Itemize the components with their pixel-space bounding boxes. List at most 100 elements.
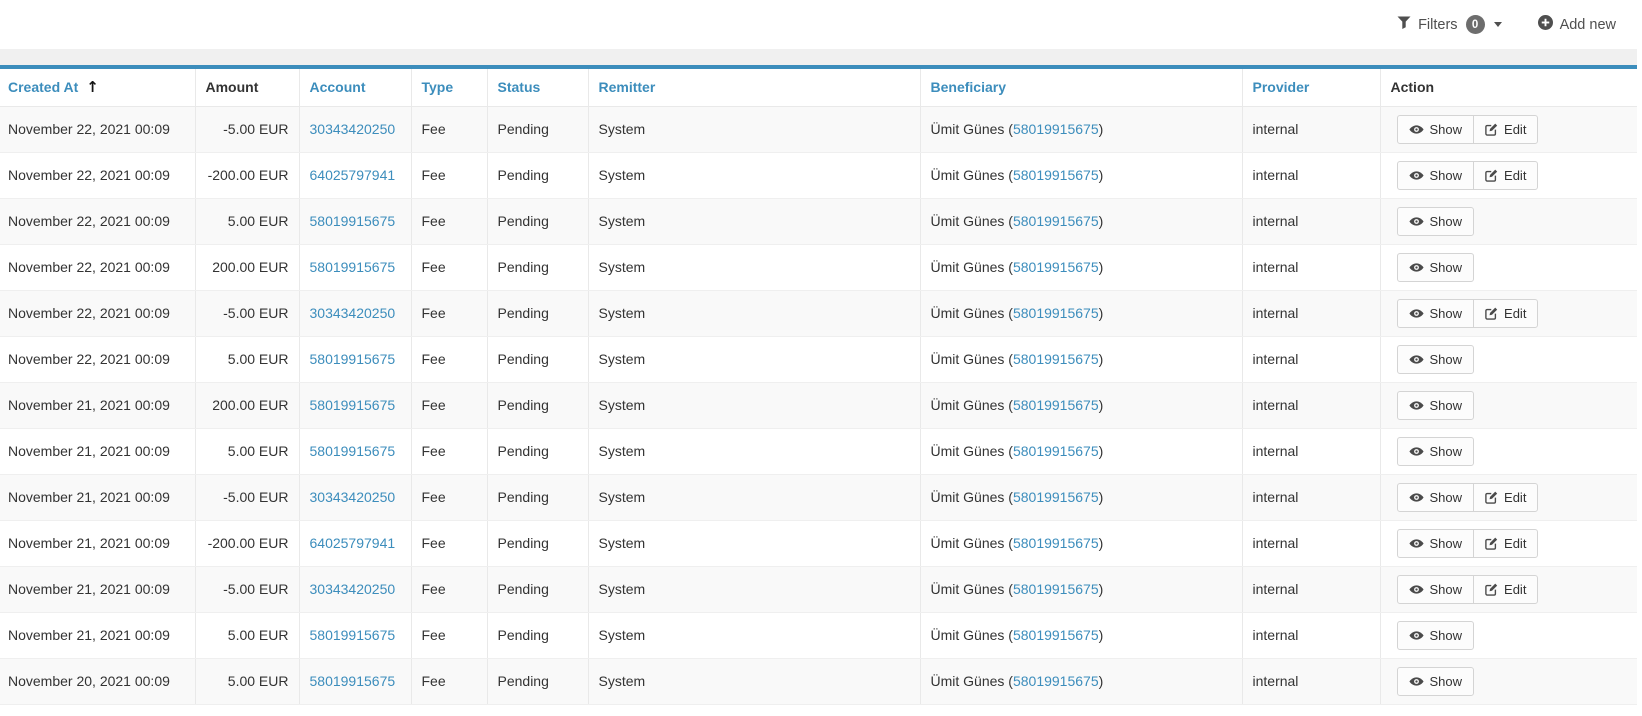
remitter-value: System bbox=[599, 673, 646, 689]
beneficiary-link[interactable]: 58019915675 bbox=[1013, 673, 1099, 689]
action-button-group: Show bbox=[1397, 253, 1475, 282]
account-link[interactable]: 30343420250 bbox=[310, 121, 396, 137]
beneficiary-paren: ) bbox=[1099, 167, 1104, 183]
account-link[interactable]: 58019915675 bbox=[310, 351, 396, 367]
action-button-group: ShowEdit bbox=[1397, 575, 1539, 604]
show-button[interactable]: Show bbox=[1397, 391, 1475, 420]
account-link[interactable]: 30343420250 bbox=[310, 489, 396, 505]
created-at-value: November 22, 2021 00:09 bbox=[8, 259, 170, 275]
cell-remitter: System bbox=[588, 336, 920, 382]
column-header-remitter[interactable]: Remitter bbox=[588, 69, 920, 106]
show-button[interactable]: Show bbox=[1397, 253, 1475, 282]
show-button[interactable]: Show bbox=[1397, 207, 1475, 236]
column-header-status[interactable]: Status bbox=[487, 69, 588, 106]
account-link[interactable]: 58019915675 bbox=[310, 443, 396, 459]
account-link[interactable]: 58019915675 bbox=[310, 213, 396, 229]
cell-status: Pending bbox=[487, 336, 588, 382]
content-background-strip bbox=[0, 49, 1637, 65]
eye-icon bbox=[1409, 308, 1424, 319]
show-button[interactable]: Show bbox=[1397, 667, 1475, 696]
account-link[interactable]: 58019915675 bbox=[310, 627, 396, 643]
beneficiary-link[interactable]: 58019915675 bbox=[1013, 167, 1099, 183]
beneficiary-link[interactable]: 58019915675 bbox=[1013, 489, 1099, 505]
beneficiary-link[interactable]: 58019915675 bbox=[1013, 397, 1099, 413]
add-new-button[interactable]: Add new bbox=[1538, 15, 1616, 34]
account-link[interactable]: 64025797941 bbox=[310, 535, 396, 551]
show-button[interactable]: Show bbox=[1397, 299, 1475, 328]
filters-dropdown[interactable]: Filters 0 bbox=[1397, 15, 1501, 34]
cell-action: ShowEdit bbox=[1380, 566, 1637, 612]
show-button[interactable]: Show bbox=[1397, 345, 1475, 374]
cell-action: ShowEdit bbox=[1380, 474, 1637, 520]
show-button[interactable]: Show bbox=[1397, 483, 1475, 512]
table-row: November 21, 2021 00:09-5.00 EUR30343420… bbox=[0, 566, 1637, 612]
provider-value: internal bbox=[1253, 535, 1299, 551]
caret-down-icon bbox=[1494, 22, 1502, 27]
cell-provider: internal bbox=[1242, 382, 1380, 428]
account-link[interactable]: 64025797941 bbox=[310, 167, 396, 183]
cell-created-at: November 22, 2021 00:09 bbox=[0, 244, 195, 290]
beneficiary-name: Ümit Günes ( bbox=[931, 535, 1013, 551]
status-value: Pending bbox=[498, 489, 549, 505]
cell-status: Pending bbox=[487, 566, 588, 612]
show-button[interactable]: Show bbox=[1397, 437, 1475, 466]
account-link[interactable]: 58019915675 bbox=[310, 259, 396, 275]
cell-amount: -5.00 EUR bbox=[195, 290, 299, 336]
cell-action: ShowEdit bbox=[1380, 152, 1637, 198]
table-row: November 21, 2021 00:09-200.00 EUR640257… bbox=[0, 520, 1637, 566]
type-value: Fee bbox=[422, 305, 446, 321]
beneficiary-link[interactable]: 58019915675 bbox=[1013, 627, 1099, 643]
beneficiary-link[interactable]: 58019915675 bbox=[1013, 443, 1099, 459]
edit-button[interactable]: Edit bbox=[1473, 575, 1538, 604]
eye-icon bbox=[1409, 170, 1424, 181]
account-link[interactable]: 30343420250 bbox=[310, 581, 396, 597]
cell-remitter: System bbox=[588, 428, 920, 474]
column-header-account[interactable]: Account bbox=[299, 69, 411, 106]
cell-account: 30343420250 bbox=[299, 290, 411, 336]
show-button[interactable]: Show bbox=[1397, 115, 1475, 144]
status-value: Pending bbox=[498, 259, 549, 275]
beneficiary-link[interactable]: 58019915675 bbox=[1013, 581, 1099, 597]
edit-icon bbox=[1485, 583, 1498, 596]
show-button[interactable]: Show bbox=[1397, 161, 1475, 190]
column-header-provider[interactable]: Provider bbox=[1242, 69, 1380, 106]
remitter-value: System bbox=[599, 535, 646, 551]
beneficiary-link[interactable]: 58019915675 bbox=[1013, 535, 1099, 551]
beneficiary-name: Ümit Günes ( bbox=[931, 213, 1013, 229]
edit-button[interactable]: Edit bbox=[1473, 529, 1538, 558]
remitter-value: System bbox=[599, 581, 646, 597]
eye-icon bbox=[1409, 492, 1424, 503]
cell-status: Pending bbox=[487, 198, 588, 244]
show-button[interactable]: Show bbox=[1397, 529, 1475, 558]
account-link[interactable]: 58019915675 bbox=[310, 397, 396, 413]
cell-action: Show bbox=[1380, 658, 1637, 704]
beneficiary-link[interactable]: 58019915675 bbox=[1013, 305, 1099, 321]
beneficiary-link[interactable]: 58019915675 bbox=[1013, 213, 1099, 229]
account-link[interactable]: 30343420250 bbox=[310, 305, 396, 321]
edit-button[interactable]: Edit bbox=[1473, 299, 1538, 328]
column-header-created-at[interactable]: Created At↑ bbox=[0, 69, 195, 106]
show-button[interactable]: Show bbox=[1397, 621, 1475, 650]
column-header-type[interactable]: Type bbox=[411, 69, 487, 106]
cell-type: Fee bbox=[411, 428, 487, 474]
beneficiary-link[interactable]: 58019915675 bbox=[1013, 351, 1099, 367]
column-header-beneficiary[interactable]: Beneficiary bbox=[920, 69, 1242, 106]
cell-remitter: System bbox=[588, 152, 920, 198]
edit-button[interactable]: Edit bbox=[1473, 483, 1538, 512]
cell-type: Fee bbox=[411, 290, 487, 336]
beneficiary-link[interactable]: 58019915675 bbox=[1013, 121, 1099, 137]
action-button-group: Show bbox=[1397, 345, 1475, 374]
edit-button[interactable]: Edit bbox=[1473, 161, 1538, 190]
edit-icon bbox=[1485, 491, 1498, 504]
cell-created-at: November 21, 2021 00:09 bbox=[0, 474, 195, 520]
edit-button[interactable]: Edit bbox=[1473, 115, 1538, 144]
column-label: Account bbox=[310, 79, 366, 95]
provider-value: internal bbox=[1253, 259, 1299, 275]
cell-beneficiary: Ümit Günes (58019915675) bbox=[920, 382, 1242, 428]
account-link[interactable]: 58019915675 bbox=[310, 673, 396, 689]
type-value: Fee bbox=[422, 167, 446, 183]
cell-amount: 5.00 EUR bbox=[195, 612, 299, 658]
show-button[interactable]: Show bbox=[1397, 575, 1475, 604]
beneficiary-link[interactable]: 58019915675 bbox=[1013, 259, 1099, 275]
beneficiary-name: Ümit Günes ( bbox=[931, 259, 1013, 275]
